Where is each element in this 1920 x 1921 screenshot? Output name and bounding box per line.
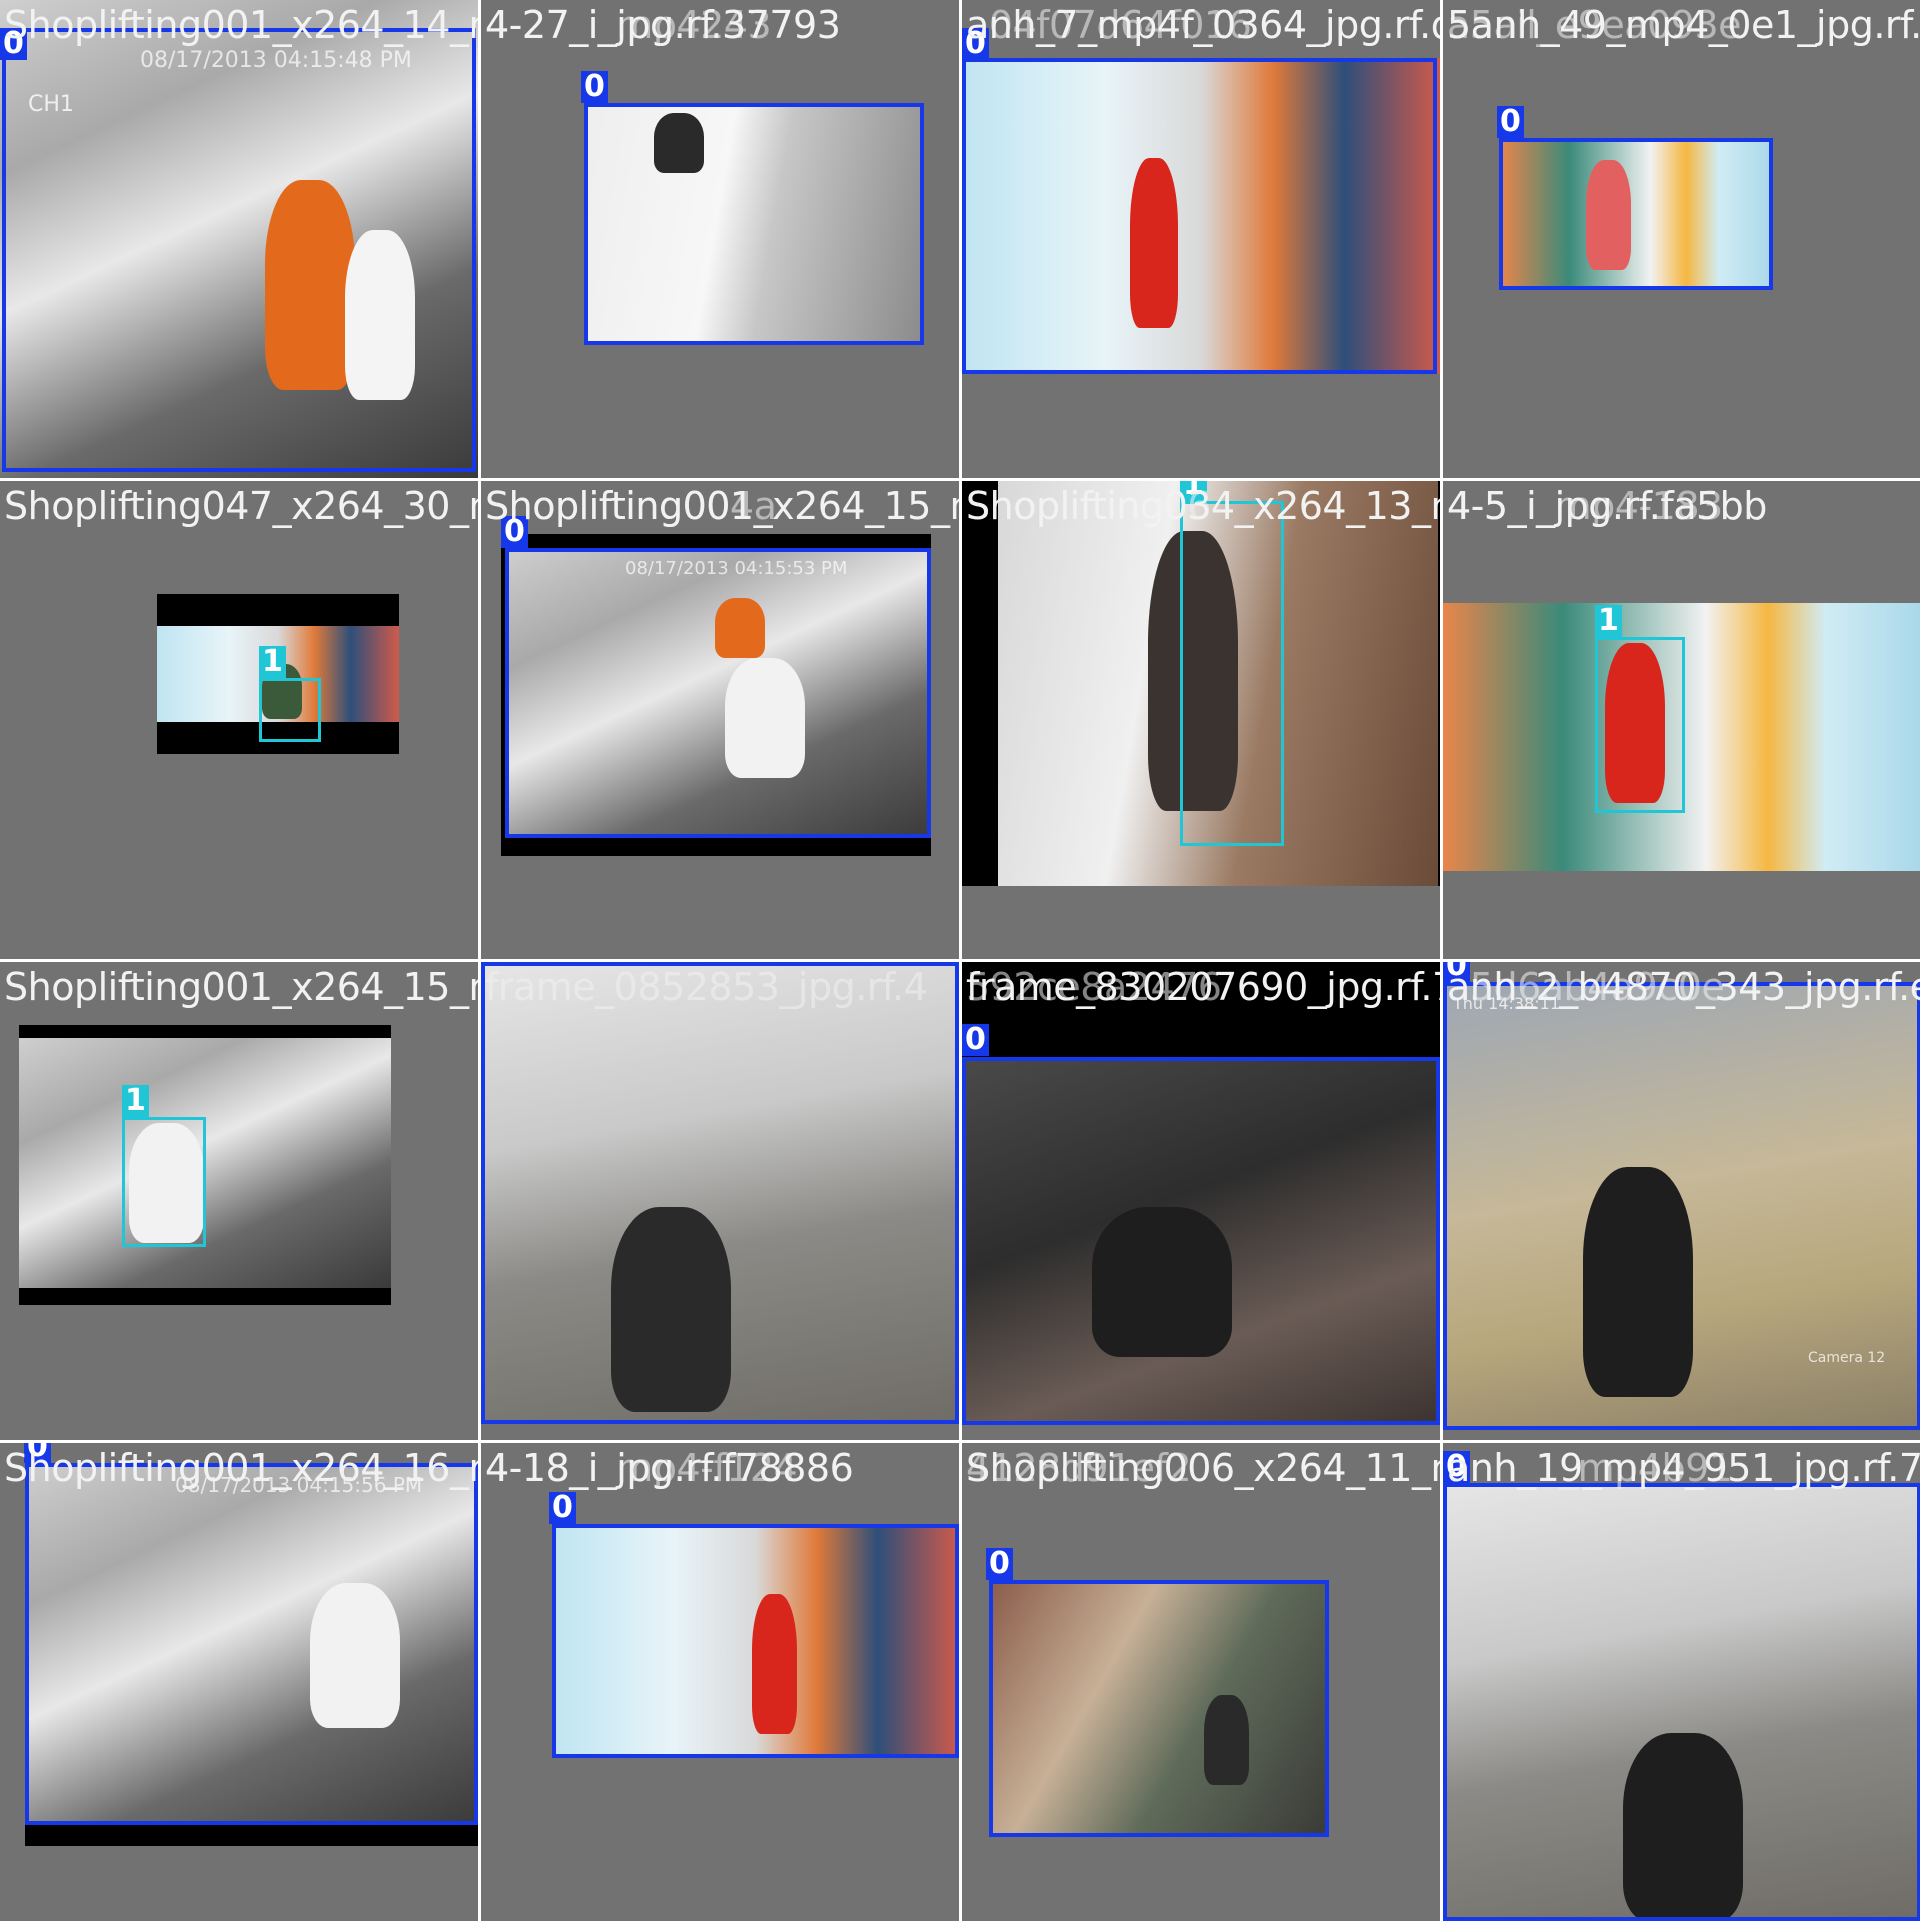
detection-box xyxy=(481,962,959,1424)
file-label: anh_7_mp4f_0364_jpg.rf.d6ca xyxy=(966,3,1440,47)
tile-5: 1 Shoplifting047_x264_30_mp4 xyxy=(0,481,478,959)
tile-11: 0 592ce8a2476 frame_830207690_jpg.rf.7a6… xyxy=(962,962,1440,1440)
file-label: frame_0852853_jpg.rf.4 xyxy=(485,965,928,1009)
tile-14: 0 4-18_i_mp4-f124 4-18_i_jpg.rf.f78886 xyxy=(481,1443,959,1921)
file-label: Shoplifting001_x264_14_mp4 xyxy=(4,3,478,47)
detection-box xyxy=(259,678,321,742)
class-tag: 0 xyxy=(549,1492,576,1524)
tile-6: 08/17/2013 04:15:53 PM 0 Shoplifting004a… xyxy=(481,481,959,959)
file-label: Shoplifting001_x264_15_mp4 xyxy=(4,965,478,1009)
class-tag: 1 xyxy=(1595,605,1622,637)
file-label: Shoplifting047_x264_30_mp4 xyxy=(4,484,478,528)
file-label: anh_19_mp4_951_jpg.rf.7a2 xyxy=(1447,1446,1920,1490)
detection-box xyxy=(2,28,476,472)
detection-box xyxy=(584,103,924,345)
file-label: 4-5_i_jpg.rf.fa5bb xyxy=(1447,484,1767,528)
file-label: 4-27_i_jpg.rf.37793 xyxy=(485,3,841,47)
tile-2: 0 4-27_i_mp4243 4-27_i_jpg.rf.37793 xyxy=(481,0,959,478)
mosaic-grid: 08/17/2013 04:15:48 PM CH1 0 Shoplifting… xyxy=(0,0,1920,1921)
class-tag: 0 xyxy=(986,1548,1013,1580)
detection-box xyxy=(962,1057,1440,1425)
file-label: Shoplifting006_x264_11_mp4 xyxy=(966,1446,1440,1490)
tile-12: Thu 14:38:11 Camera 12 0 a5d6ab4a9c0e an… xyxy=(1443,962,1920,1440)
tile-10: 0 frame_0852853_jpg.rf.4 xyxy=(481,962,959,1440)
detection-box xyxy=(1499,138,1773,290)
tile-9: 1 Shoplifting001_x264_15_mp4 xyxy=(0,962,478,1440)
tile-7: 1 Shoplifting06 Shoplifting034_x264_13_m… xyxy=(962,481,1440,959)
file-label: Shoplifting034_x264_13_mp4 xyxy=(966,484,1440,528)
detection-box xyxy=(1180,501,1284,846)
detection-box xyxy=(1595,637,1685,813)
detection-box xyxy=(1443,1483,1920,1921)
tile-16: 0 anh_1_mp4b91 anh_19_mp4_951_jpg.rf.7a2 xyxy=(1443,1443,1920,1921)
detection-box xyxy=(552,1524,959,1758)
class-tag: 0 xyxy=(581,71,608,103)
detection-box xyxy=(25,1463,478,1825)
class-tag: 1 xyxy=(122,1085,149,1117)
tile-3: 0 a04f07d64f016 anh_7_mp4f_0364_jpg.rf.d… xyxy=(962,0,1440,478)
detection-box xyxy=(989,1580,1329,1837)
detection-box xyxy=(962,58,1437,374)
class-tag: 0 xyxy=(1497,106,1524,138)
detection-box xyxy=(1443,982,1920,1430)
tile-8: 1 4-5_i_mp4-183 4-5_i_jpg.rf.fa5bb xyxy=(1443,481,1920,959)
class-tag: 1 xyxy=(259,646,286,678)
tile-1: 08/17/2013 04:15:48 PM CH1 0 Shoplifting… xyxy=(0,0,478,478)
class-tag: 0 xyxy=(962,1024,989,1056)
file-label: Shoplifting001_x264_15_mp4 xyxy=(485,484,959,528)
tile-4: 0 a5ail_e9ea093e 5anh_49_mp4_0e1_jpg.rf.… xyxy=(1443,0,1920,478)
file-label: 4-18_i_jpg.rf.f78886 xyxy=(485,1446,854,1490)
file-label: frame_830207690_jpg.rf.7a68e0 xyxy=(966,965,1440,1009)
tile-15: 0 4128d91ef2 Shoplifting006_x264_11_mp4 xyxy=(962,1443,1440,1921)
file-label: Shoplifting001_x264_16_mp4 xyxy=(4,1446,478,1490)
file-label: anh_2_b4870_343_jpg.rf.e9fa xyxy=(1447,965,1920,1009)
file-label: 5anh_49_mp4_0e1_jpg.rf.ae56ca xyxy=(1447,3,1920,47)
detection-box xyxy=(505,548,931,838)
tile-13: 08/17/2013 04:15:56 PM 0 Shoplifting001_… xyxy=(0,1443,478,1921)
detection-box xyxy=(122,1117,206,1247)
